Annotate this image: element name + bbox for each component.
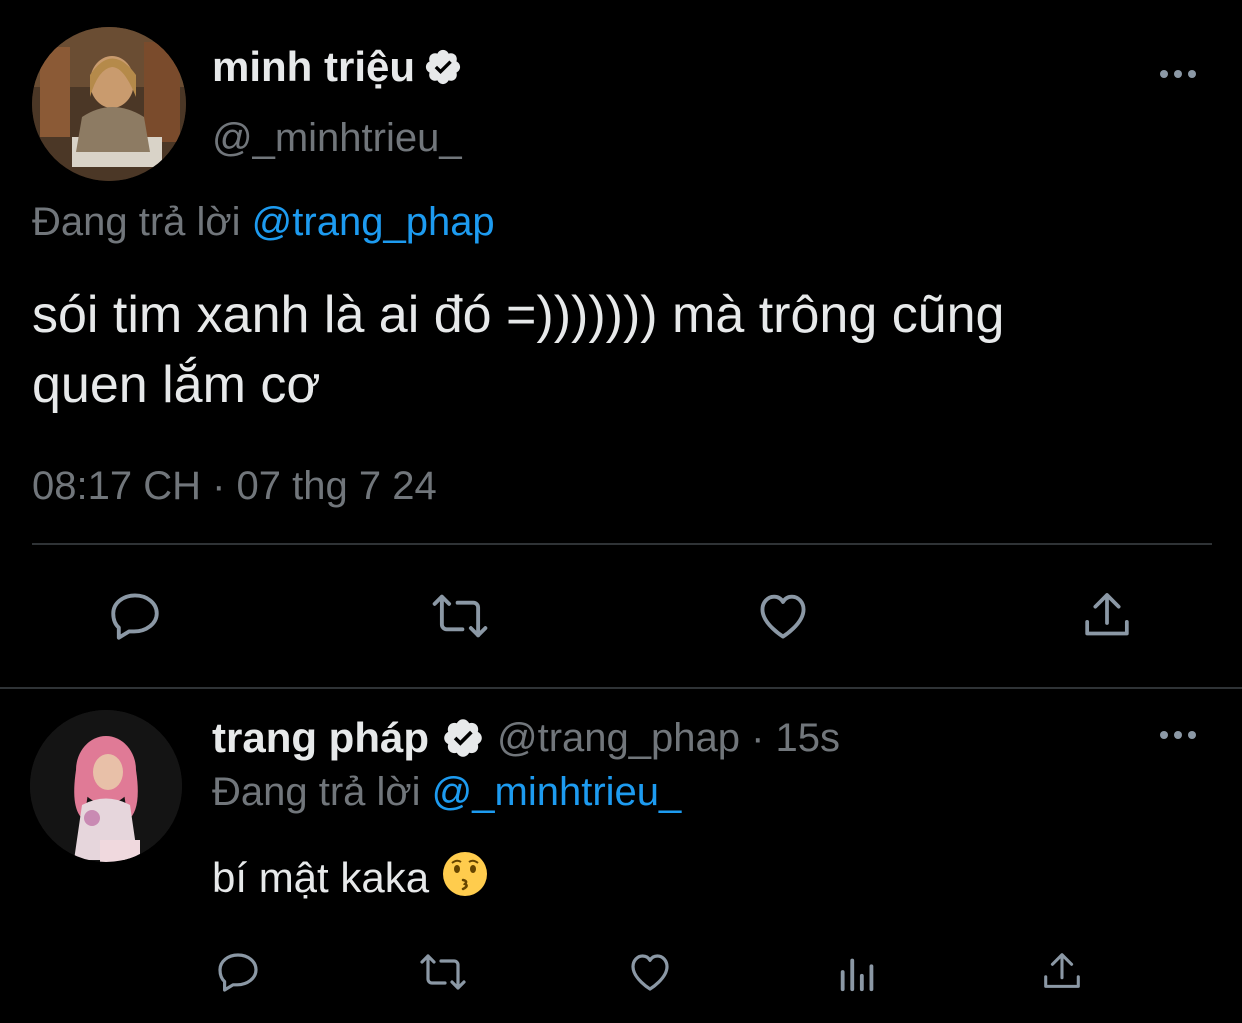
kissing-face-emoji-icon <box>442 852 487 896</box>
reply-to-link[interactable]: @trang_phap <box>252 200 495 244</box>
avatar-minhtrieu[interactable] <box>32 27 186 181</box>
reply-display-name[interactable]: trang pháp <box>212 712 429 764</box>
like-icon[interactable] <box>748 586 818 646</box>
verified-badge-icon <box>444 719 482 757</box>
avatar-image <box>32 27 186 181</box>
display-name[interactable]: minh triệu <box>212 42 463 92</box>
reply-icon[interactable] <box>100 586 170 646</box>
display-name-text: minh triệu <box>212 43 416 90</box>
reply-header: trang pháp @trang_phap · 15s <box>212 712 840 764</box>
reply-prefix: Đang trả lời <box>32 200 241 244</box>
reply-to-link[interactable]: @_minhtrieu_ <box>432 770 682 814</box>
reply-handle-time[interactable]: @trang_phap · 15s <box>497 712 840 764</box>
reply-text-content: bí mật kaka <box>212 854 430 901</box>
reply-icon[interactable] <box>210 944 266 1000</box>
divider-bottom <box>0 687 1242 689</box>
share-icon[interactable] <box>1072 586 1142 646</box>
retweet-icon[interactable] <box>412 944 474 1000</box>
like-icon[interactable] <box>622 944 678 1000</box>
handle[interactable]: @_minhtrieu_ <box>212 114 462 162</box>
avatar-trangphap[interactable] <box>30 710 182 862</box>
reply-text: bí mật kaka <box>212 850 489 904</box>
verified-badge-icon <box>425 49 461 85</box>
tweet-text-line2: quen lắm cơ <box>32 356 321 414</box>
avatar-image <box>30 710 182 862</box>
reply-prefix: Đang trả lời <box>212 770 421 814</box>
tweet-text-line1: sói tim xanh là ai đó =))))))) mà trông … <box>32 286 1005 344</box>
analytics-icon[interactable] <box>830 944 886 1000</box>
reply-context: Đang trả lời @_minhtrieu_ <box>212 768 681 816</box>
tweet-text: sói tim xanh là ai đó =))))))) mà trông … <box>32 280 1004 420</box>
more-options-icon[interactable] <box>1160 70 1196 78</box>
retweet-icon[interactable] <box>422 586 498 646</box>
divider-top <box>32 543 1212 545</box>
share-icon[interactable] <box>1034 944 1090 1000</box>
timestamp[interactable]: 08:17 CH · 07 thg 7 24 <box>32 462 437 510</box>
reply-more-options-icon[interactable] <box>1160 731 1196 739</box>
reply-context: Đang trả lời @trang_phap <box>32 198 495 246</box>
